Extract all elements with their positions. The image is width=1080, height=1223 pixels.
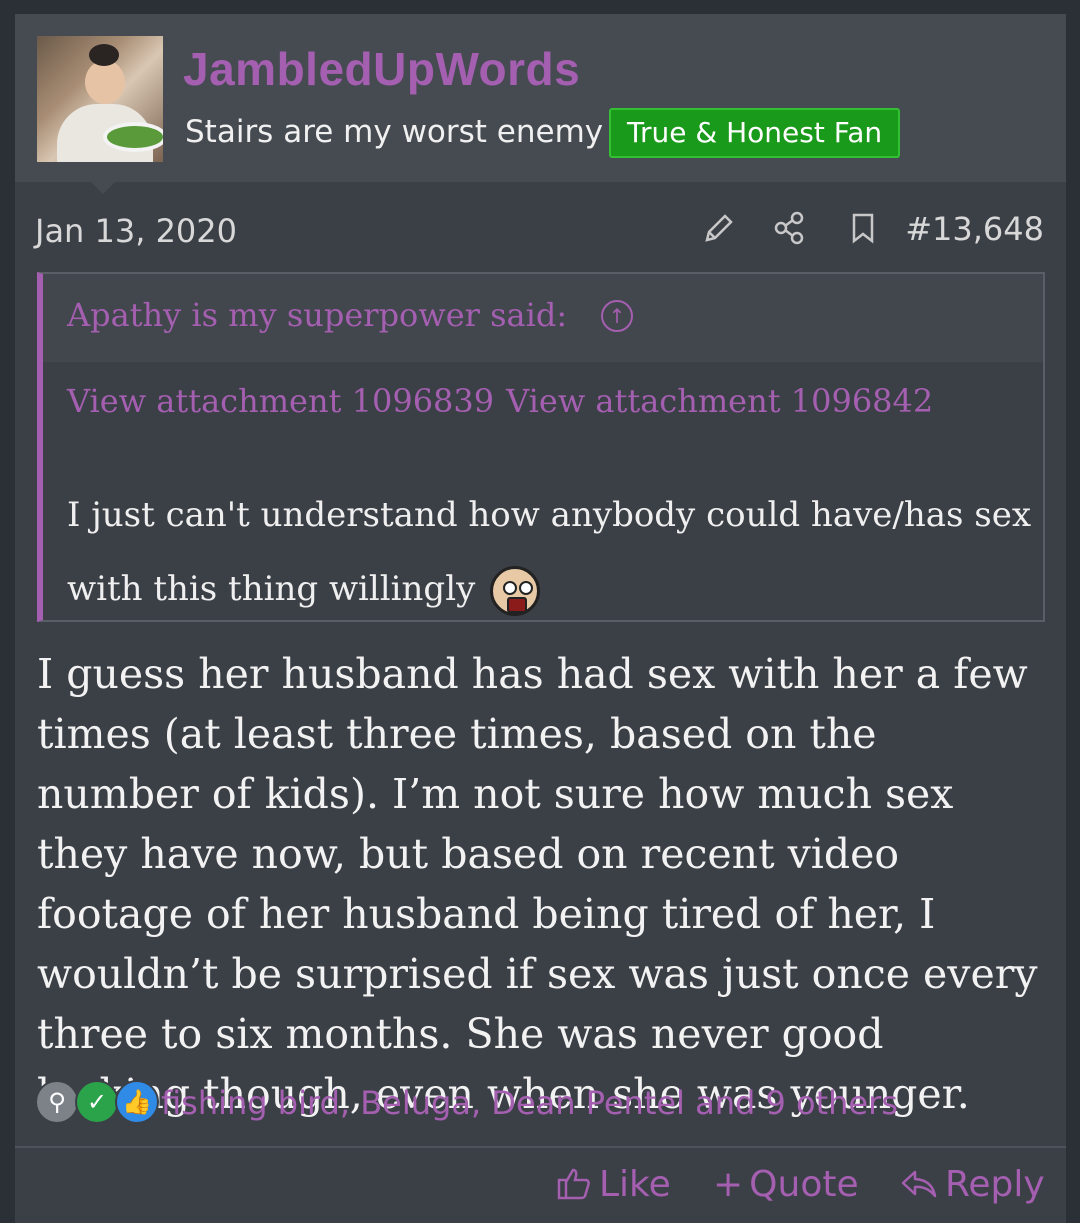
quote-header: Apathy is my superpower said: ↑ xyxy=(43,274,1043,362)
thumbs-up-icon xyxy=(555,1164,593,1205)
edit-pencil-icon[interactable] xyxy=(699,208,739,248)
reply-arrow-icon xyxy=(899,1164,939,1205)
attachment-link[interactable]: View attachment 1096842 xyxy=(506,382,933,420)
quote-text-content: I just can't understand how anybody coul… xyxy=(67,495,1032,609)
attachment-link[interactable]: View attachment 1096839 xyxy=(67,382,494,420)
post-date[interactable]: Jan 13, 2020 xyxy=(35,212,237,250)
bookmark-icon[interactable] xyxy=(843,208,883,248)
reply-button[interactable]: Reply xyxy=(899,1164,1045,1205)
reply-label: Reply xyxy=(945,1164,1045,1205)
wrench-icon: ⚲ xyxy=(35,1080,79,1124)
quote-block: Apathy is my superpower said: ↑ View att… xyxy=(37,272,1045,622)
avatar[interactable] xyxy=(37,36,163,162)
arrow-up-icon[interactable]: ↑ xyxy=(601,300,633,332)
quote-label: Quote xyxy=(749,1164,859,1205)
quote-attachments: View attachment 1096839 View attachment 1… xyxy=(67,382,945,420)
post-header: JambledUpWords Stairs are my worst enemy… xyxy=(15,14,1066,182)
post-meta: Jan 13, 2020 #13,648 xyxy=(15,182,1066,272)
post-container: JambledUpWords Stairs are my worst enemy… xyxy=(15,14,1066,1223)
username-link[interactable]: JambledUpWords xyxy=(183,42,580,96)
quote-text: I just can't understand how anybody coul… xyxy=(67,478,1037,626)
check-icon: ✓ xyxy=(75,1080,119,1124)
scared-face-icon xyxy=(490,566,541,616)
divider xyxy=(15,1146,1066,1148)
user-title: Stairs are my worst enemy xyxy=(185,114,604,150)
like-label: Like xyxy=(599,1164,671,1205)
share-icon[interactable] xyxy=(769,208,809,248)
user-badge: True & Honest Fan xyxy=(609,108,901,158)
post-number[interactable]: #13,648 xyxy=(905,210,1044,248)
quote-author[interactable]: Apathy is my superpower said: xyxy=(67,296,567,334)
reaction-names[interactable]: fishing bird, Beluga, Dean Pentel and 9 … xyxy=(161,1084,898,1122)
thumbs-up-icon: 👍 xyxy=(115,1080,159,1124)
plus-icon: + xyxy=(713,1164,744,1205)
post-body: I guess her husband has had sex with her… xyxy=(37,650,1038,1118)
quote-button[interactable]: + Quote xyxy=(713,1164,859,1205)
like-button[interactable]: Like xyxy=(555,1164,671,1205)
